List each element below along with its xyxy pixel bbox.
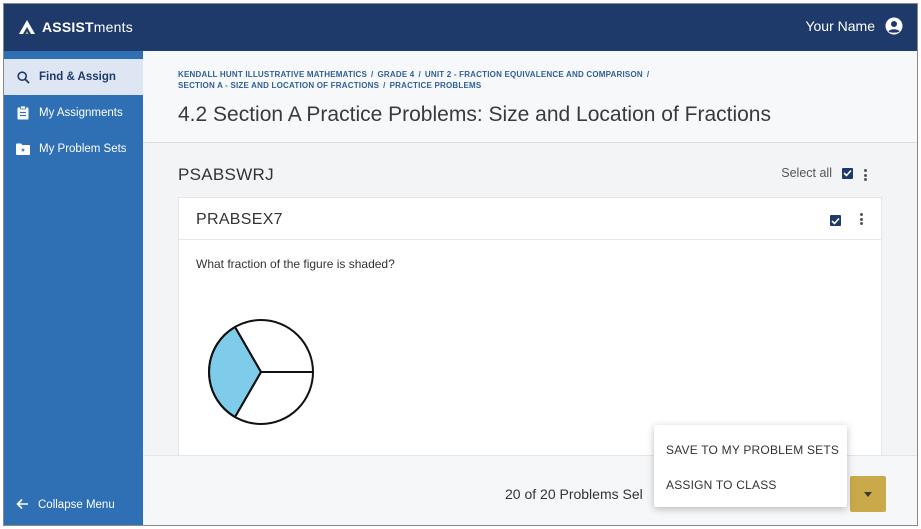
folder-icon — [16, 142, 30, 156]
problems-selected-count: 20 of 20 Problems Sel — [505, 486, 643, 502]
problem-question: What fraction of the figure is shaded? — [196, 257, 395, 271]
breadcrumb-item[interactable]: PRACTICE PROBLEMS — [390, 81, 482, 90]
menu-item-assign-to-class[interactable]: ASSIGN TO CLASS — [666, 478, 777, 492]
collapse-menu-button[interactable]: Collapse Menu — [4, 491, 143, 519]
breadcrumb-item[interactable]: GRADE 4 — [377, 70, 414, 79]
search-icon — [16, 70, 30, 84]
sidebar-item-label: My Assignments — [39, 107, 123, 119]
user-circle-icon — [885, 17, 903, 35]
problem-id: PRABSEX7 — [196, 211, 283, 228]
select-all-control[interactable]: Select all — [781, 166, 853, 180]
top-bar: ASSISTments Your Name — [4, 4, 917, 51]
page-title: 4.2 Section A Practice Problems: Size an… — [178, 103, 771, 126]
arrow-left-icon — [16, 498, 30, 512]
app-window: ASSISTments Your Name Find & Assign My A… — [3, 3, 918, 526]
logo-text-light: ments — [93, 19, 133, 35]
caret-down-icon — [864, 491, 872, 497]
check-icon — [831, 217, 840, 225]
breadcrumb-item[interactable]: SECTION A - SIZE AND LOCATION OF FRACTIO… — [178, 81, 379, 90]
breadcrumb-item[interactable]: UNIT 2 - FRACTION EQUIVALENCE AND COMPAR… — [425, 70, 643, 79]
assistments-logo[interactable]: ASSISTments — [18, 17, 133, 37]
problem-set-panel: PSABSWRJ Select all PRABSEX7 What fracti… — [143, 143, 917, 467]
set-more-options-icon[interactable] — [861, 167, 869, 183]
problem-more-options-icon[interactable] — [857, 211, 865, 227]
breadcrumb-item[interactable]: KENDALL HUNT ILLUSTRATIVE MATHEMATICS — [178, 70, 367, 79]
user-name: Your Name — [805, 18, 875, 34]
logo-mark-icon — [19, 20, 35, 34]
problem-card-header: PRABSEX7 — [179, 198, 881, 240]
sidebar-item-find-assign[interactable]: Find & Assign — [4, 59, 143, 95]
select-all-label: Select all — [781, 166, 832, 180]
logo-text-bold: ASSIST — [42, 19, 94, 35]
sidebar-item-my-problem-sets[interactable]: My Problem Sets — [4, 131, 143, 167]
sidebar-item-my-assignments[interactable]: My Assignments — [4, 95, 143, 131]
sidebar-item-label: My Problem Sets — [39, 143, 127, 155]
select-all-checkbox[interactable] — [842, 167, 853, 179]
problem-set-id: PSABSWRJ — [178, 165, 274, 184]
page-header: KENDALL HUNT ILLUSTRATIVE MATHEMATICS / GR… — [143, 51, 917, 143]
problem-checkbox[interactable] — [830, 215, 841, 226]
sidebar-item-label: Find & Assign — [39, 71, 116, 83]
breadcrumb: KENDALL HUNT ILLUSTRATIVE MATHEMATICS / GR… — [178, 70, 650, 90]
collapse-menu-label: Collapse Menu — [38, 499, 115, 511]
clipboard-icon — [16, 106, 30, 120]
assign-dropdown-menu: SAVE TO MY PROBLEM SETS ASSIGN TO CLASS — [654, 425, 847, 507]
check-icon — [843, 169, 852, 177]
fraction-circle-figure — [195, 314, 331, 430]
menu-item-save-to-problem-sets[interactable]: SAVE TO MY PROBLEM SETS — [666, 443, 839, 457]
sidebar: Find & Assign My Assignments My Problem … — [4, 51, 143, 525]
user-menu[interactable]: Your Name — [805, 17, 903, 35]
assign-dropdown-toggle[interactable] — [850, 476, 886, 512]
